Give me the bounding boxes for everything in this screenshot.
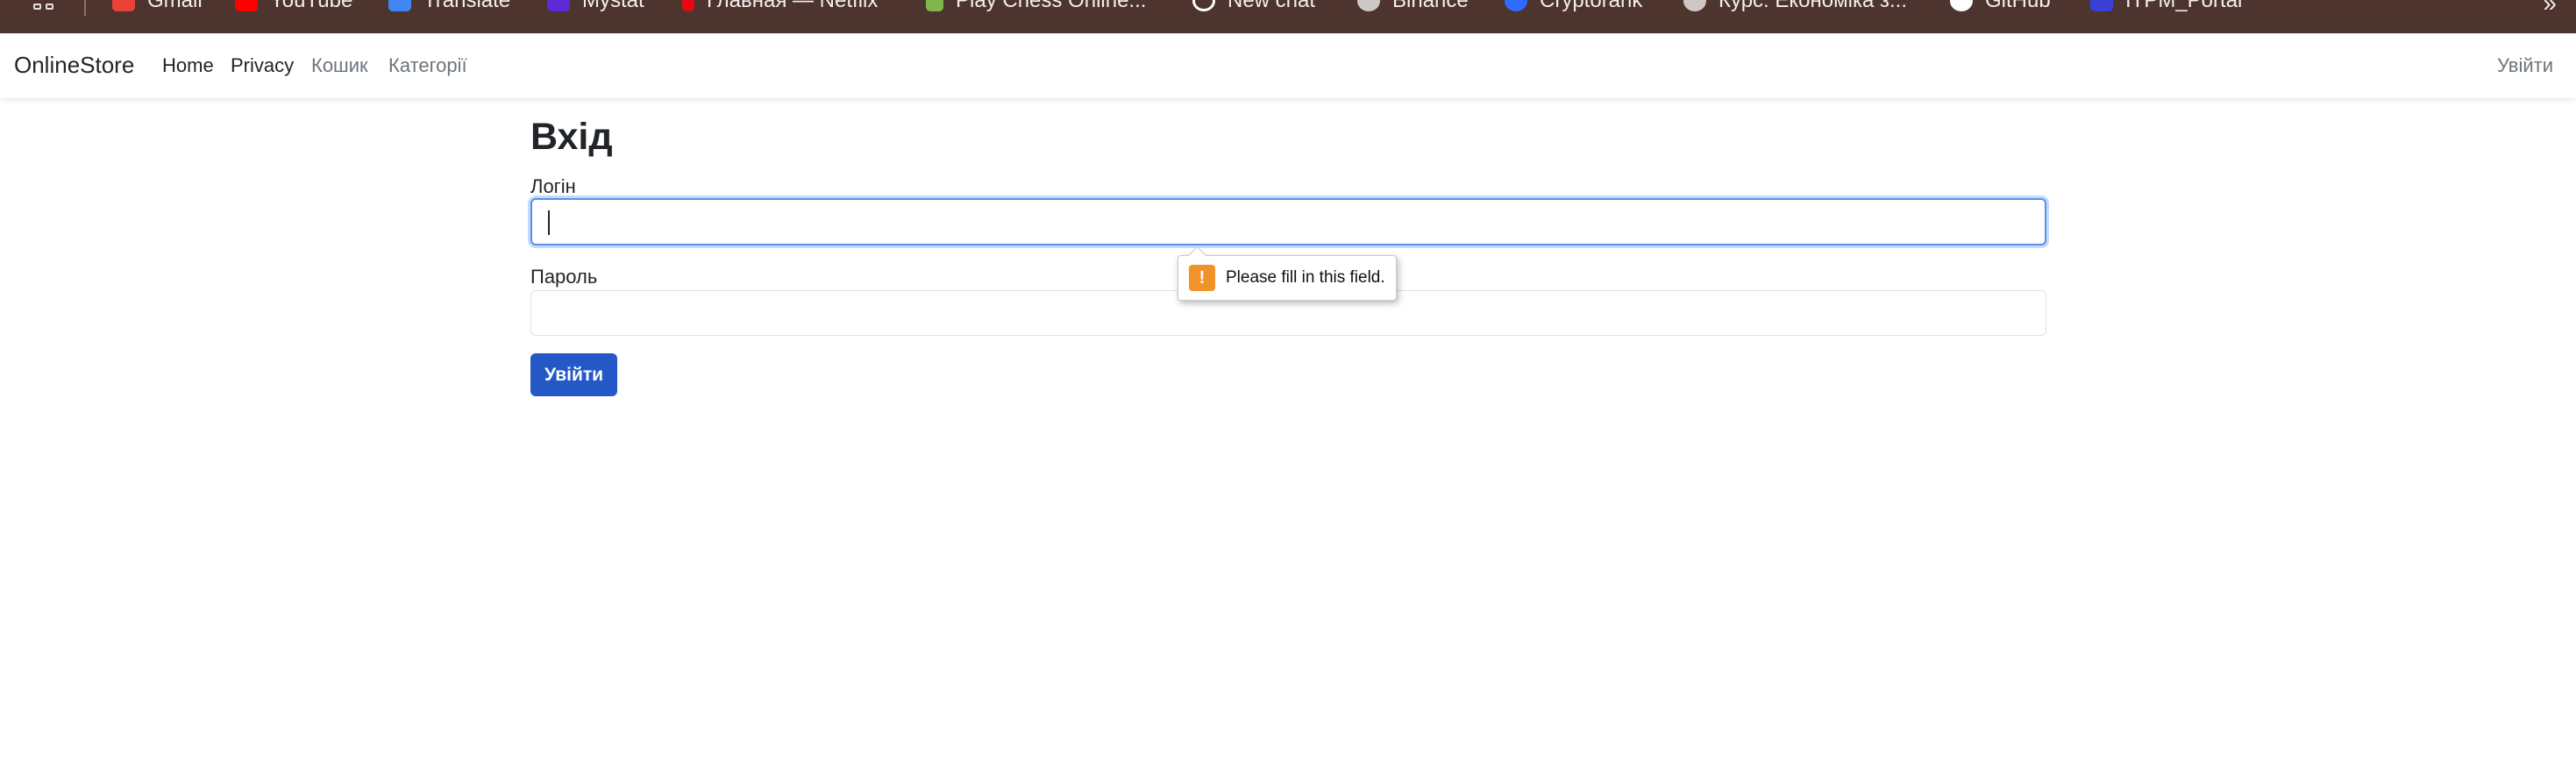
validation-tooltip: ! Please fill in this field. [1178, 255, 1397, 301]
portal-icon [2090, 0, 2113, 11]
page-title: Вхід [530, 116, 613, 158]
bookmark-label: Курс: Економіка з... [1719, 0, 1908, 12]
bookmark-label: YouTube [270, 0, 353, 12]
bookmark-youtube[interactable]: YouTube [235, 0, 353, 12]
nav-link-categories[interactable]: Категорії [388, 54, 467, 77]
bookmarks-divider [84, 0, 86, 16]
bookmark-netflix[interactable]: Главная — Netflix [682, 0, 879, 12]
bookmark-label: GitHub [1985, 0, 2051, 12]
bookmark-label: New chat [1228, 0, 1316, 12]
bookmark-github[interactable]: GitHub [1950, 0, 2051, 12]
globe-icon [1357, 0, 1380, 11]
validation-message: Please fill in this field. [1226, 268, 1385, 287]
bookmark-itpm-portal[interactable]: ITPM_Portal [2090, 0, 2243, 12]
bookmark-label: Play Chess Online... [956, 0, 1147, 12]
translate-icon [388, 0, 411, 11]
brand-link[interactable]: OnlineStore [14, 52, 134, 79]
gmail-icon [112, 0, 135, 11]
nav-link-cart[interactable]: Кошик [311, 54, 368, 77]
bookmark-label: Cryptorank [1540, 0, 1643, 12]
nav-login-link[interactable]: Увійти [2497, 54, 2553, 77]
bookmark-translate[interactable]: Translate [388, 0, 511, 12]
site-navbar: OnlineStore Home Privacy Кошик Категорії… [0, 33, 2576, 98]
bookmark-label: Translate [423, 0, 511, 12]
chess-pawn-icon [926, 0, 943, 11]
bookmark-binance[interactable]: Binance [1357, 0, 1469, 12]
apps-grid-icon[interactable] [33, 0, 58, 14]
mystat-icon [547, 0, 570, 11]
netflix-icon [682, 0, 694, 11]
nav-link-home[interactable]: Home [162, 54, 214, 77]
login-label: Логін [530, 175, 576, 197]
bookmark-label: Mystat [582, 0, 644, 12]
chatgpt-icon [1192, 0, 1215, 11]
warning-icon: ! [1189, 265, 1215, 291]
login-submit-button[interactable]: Увійти [530, 353, 617, 396]
bookmark-label: Binance [1392, 0, 1469, 12]
more-bookmarks-icon[interactable]: » [2543, 0, 2557, 18]
bookmark-label: Gmail [147, 0, 203, 12]
cryptorank-icon [1505, 0, 1527, 11]
bookmark-mystat[interactable]: Mystat [547, 0, 644, 12]
bookmark-chess[interactable]: Play Chess Online... [926, 0, 1147, 12]
youtube-icon [235, 0, 258, 11]
login-input[interactable] [530, 198, 2046, 245]
bookmark-course[interactable]: Курс: Економіка з... [1683, 0, 1908, 12]
text-caret [548, 210, 550, 235]
nav-link-privacy[interactable]: Privacy [231, 54, 294, 77]
bookmark-cryptorank[interactable]: Cryptorank [1505, 0, 1643, 12]
bookmarks-bar: Gmail YouTube Translate Mystat Главная —… [0, 0, 2576, 33]
bookmark-label: Главная — Netflix [707, 0, 879, 12]
bookmark-gmail[interactable]: Gmail [112, 0, 203, 12]
password-label: Пароль [530, 266, 598, 288]
bookmark-label: ITPM_Portal [2125, 0, 2243, 12]
github-icon [1950, 0, 1973, 11]
bookmark-new-chat[interactable]: New chat [1192, 0, 1316, 12]
globe-icon [1683, 0, 1706, 11]
